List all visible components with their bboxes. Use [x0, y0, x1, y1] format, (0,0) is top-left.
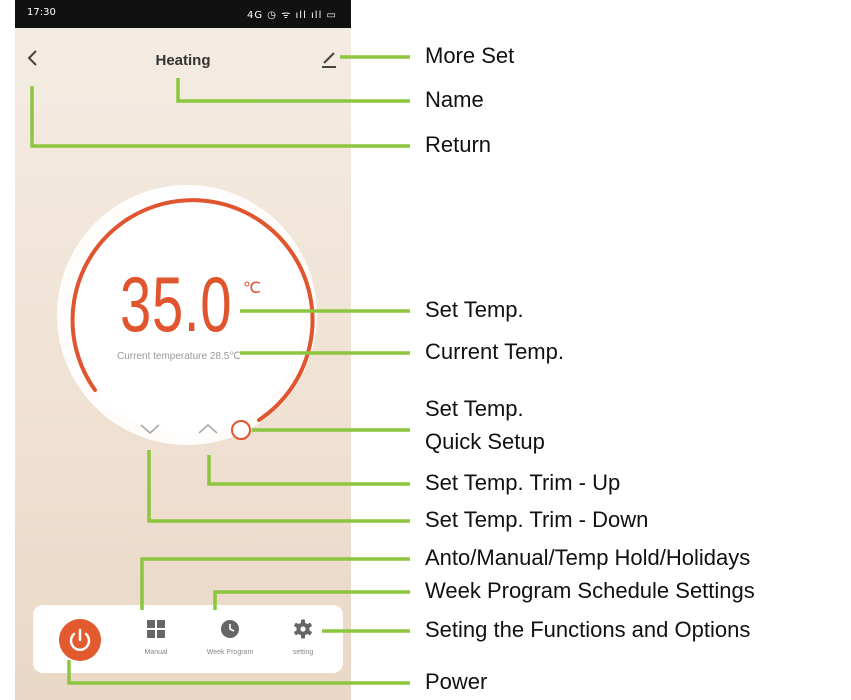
callout-functions: Seting the Functions and Options [425, 617, 751, 642]
callout-more-set: More Set [425, 43, 515, 68]
callout-current-temp: Current Temp. [425, 339, 564, 364]
callout-power: Power [425, 669, 488, 694]
callout-return: Return [425, 132, 492, 157]
callout-set-temp: Set Temp. [425, 297, 524, 322]
callout-name: Name [425, 87, 484, 112]
callout-quick-setup-line2: Quick Setup [425, 429, 545, 454]
callout-week-program: Week Program Schedule Settings [425, 578, 755, 603]
callout-trim-up: Set Temp. Trim - Up [425, 470, 621, 495]
callout-trim-down: Set Temp. Trim - Down [425, 507, 649, 532]
callout-modes: Anto/Manual/Temp Hold/Holidays [425, 545, 751, 570]
callout-quick-setup-line1: Set Temp. [425, 396, 524, 421]
